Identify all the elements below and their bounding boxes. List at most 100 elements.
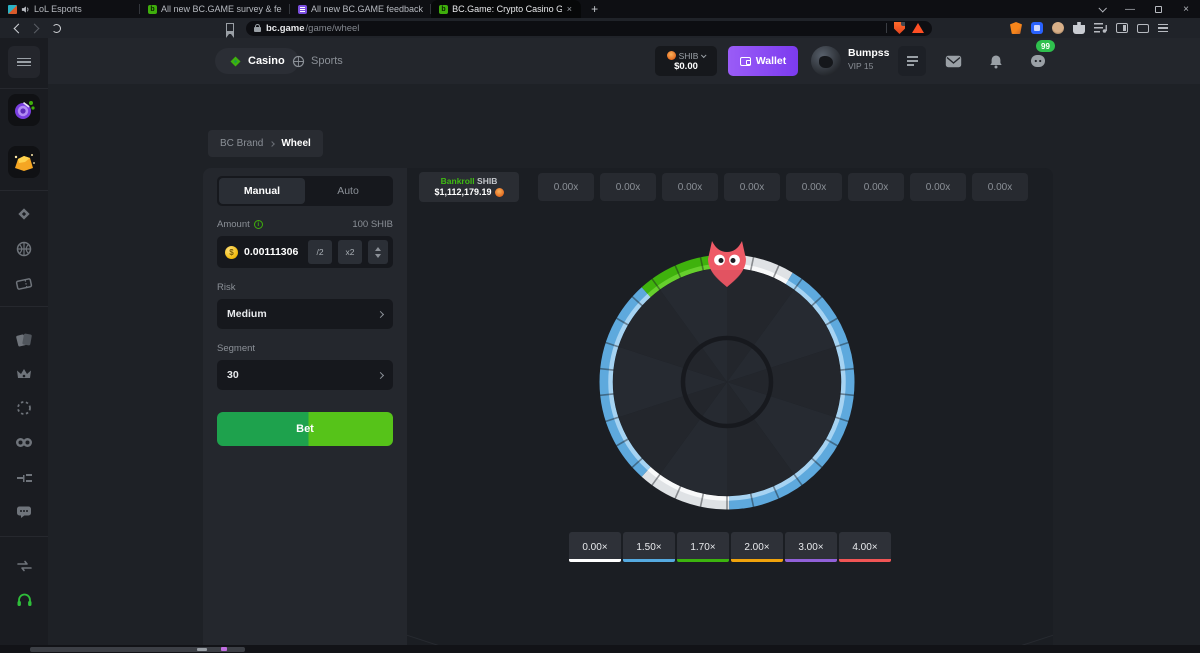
- risk-select[interactable]: Medium: [217, 299, 393, 329]
- breadcrumb-brand[interactable]: BC Brand: [220, 138, 263, 149]
- history-result-button[interactable]: 0.00x: [600, 173, 656, 201]
- extension-blue-icon[interactable]: [1031, 22, 1043, 34]
- wallet-extension-icon[interactable]: [1137, 24, 1149, 33]
- sidebar-panel-icon[interactable]: [1116, 23, 1128, 33]
- sidebar-item-swap[interactable]: [8, 550, 40, 582]
- sidebar-item-slots[interactable]: [8, 426, 40, 458]
- history-result-button[interactable]: 0.00x: [724, 173, 780, 201]
- info-icon[interactable]: i: [254, 220, 263, 229]
- tab-manual[interactable]: Manual: [219, 178, 305, 204]
- breadcrumb: BC Brand Wheel: [208, 130, 323, 157]
- menu-icon: [17, 58, 31, 66]
- dart-board-icon: [12, 98, 36, 122]
- history-result-button[interactable]: 0.00x: [972, 173, 1028, 201]
- bat-rewards-icon[interactable]: [912, 23, 924, 33]
- swap-arrows-icon: [16, 560, 33, 572]
- bookmark-icon[interactable]: [226, 23, 234, 34]
- sidebar-item-forum[interactable]: [8, 496, 40, 528]
- legend-multiplier-button[interactable]: 2.00×: [731, 532, 783, 562]
- messages-button[interactable]: [943, 51, 963, 71]
- wallet-button[interactable]: Wallet: [728, 46, 798, 76]
- forward-button[interactable]: [26, 20, 46, 36]
- sidebar-item-dart-promotions[interactable]: [8, 94, 40, 126]
- tab-audio-icon: [21, 5, 30, 14]
- stepper-up-icon[interactable]: [375, 247, 381, 251]
- bcgame-app: Casino Sports SHIB $0.00 Wallet Bumps: [0, 38, 1200, 653]
- address-bar[interactable]: bc.game/game/wheel: [246, 21, 932, 36]
- legend-multiplier-button[interactable]: 1.50×: [623, 532, 675, 562]
- tab-bcgame-active[interactable]: b BC.Game: Crypto Casino Games & ×: [431, 0, 581, 18]
- double-bet-button[interactable]: x2: [338, 240, 362, 264]
- sidebar-item-affiliate[interactable]: [8, 462, 40, 494]
- half-bet-button[interactable]: /2: [308, 240, 332, 264]
- history-result-button[interactable]: 0.00x: [786, 173, 842, 201]
- amount-label: Amount: [217, 219, 250, 230]
- segment-label: Segment: [217, 343, 393, 354]
- bet-button[interactable]: Bet: [217, 412, 393, 446]
- tab-search-icon[interactable]: [1088, 0, 1116, 18]
- sidebar-item-card-games[interactable]: [8, 324, 40, 356]
- tab-lol-esports[interactable]: LoL Esports: [0, 0, 140, 18]
- chat-button[interactable]: [1028, 51, 1048, 71]
- metamask-icon[interactable]: [1010, 22, 1022, 34]
- close-button[interactable]: ×: [1172, 0, 1200, 18]
- stepper-down-icon[interactable]: [375, 254, 381, 258]
- history-result-button[interactable]: 0.00x: [848, 173, 904, 201]
- amount-input[interactable]: $ 0.00111306 /2 x2: [217, 236, 393, 268]
- legend-multiplier-button[interactable]: 1.70×: [677, 532, 729, 562]
- extensions-puzzle-icon[interactable]: [1073, 22, 1085, 34]
- sidebar-menu-button[interactable]: [8, 46, 40, 78]
- legend-multiplier-button[interactable]: 3.00×: [785, 532, 837, 562]
- legend-multiplier-button[interactable]: 4.00×: [839, 532, 891, 562]
- window-controls: — ×: [1088, 0, 1200, 18]
- balance-selector[interactable]: SHIB $0.00: [655, 46, 717, 76]
- tab-close-icon[interactable]: ×: [566, 4, 573, 14]
- legend-multiplier-button[interactable]: 0.00×: [569, 532, 621, 562]
- sidebar-item-vip[interactable]: [8, 358, 40, 390]
- quests-button[interactable]: [898, 46, 926, 76]
- legend-multiplier-label: 2.00×: [744, 542, 769, 553]
- sidebar-item-sports[interactable]: [8, 233, 40, 265]
- sidebar-item-lottery[interactable]: [8, 268, 40, 300]
- history-result-button[interactable]: 0.00x: [662, 173, 718, 201]
- breadcrumb-chevron-icon: [270, 141, 276, 147]
- reload-button[interactable]: [46, 20, 66, 36]
- scrollbar-thumb[interactable]: [30, 647, 245, 652]
- quest-list-icon: [907, 56, 918, 66]
- sidebar-item-spin[interactable]: [8, 392, 40, 424]
- new-tab-button[interactable]: +: [581, 0, 608, 18]
- back-button[interactable]: [6, 20, 26, 36]
- tab-bcgame-survey[interactable]: b All new BC.GAME survey & feedback r: [140, 0, 290, 18]
- browser-menu-icon[interactable]: [1158, 24, 1168, 32]
- sidebar-item-support[interactable]: [8, 584, 40, 616]
- maximize-button[interactable]: [1144, 0, 1172, 18]
- bankroll-box: Bankroll SHIB $1,112,179.19: [419, 172, 519, 202]
- sidebar-item-treasure-bonus[interactable]: [8, 146, 40, 178]
- tab-bcgame-feedback[interactable]: All new BC.GAME feedback: [290, 0, 431, 18]
- chevron-right-icon: [377, 310, 384, 317]
- sidebar-item-casino[interactable]: [8, 198, 40, 230]
- nav-sports[interactable]: Sports: [280, 48, 355, 74]
- risk-label: Risk: [217, 282, 393, 293]
- history-result-button[interactable]: 0.00x: [910, 173, 966, 201]
- playlist-icon[interactable]: [1094, 22, 1107, 34]
- legend-multiplier-label: 0.00×: [582, 542, 607, 553]
- amount-stepper[interactable]: [368, 240, 388, 264]
- notifications-button[interactable]: [986, 51, 1006, 71]
- brave-shield-icon[interactable]: [894, 22, 905, 34]
- minimize-button[interactable]: —: [1116, 0, 1144, 18]
- tab-auto[interactable]: Auto: [305, 178, 391, 204]
- chat-unread-badge: 99: [1036, 40, 1055, 52]
- bet-button-label: Bet: [296, 423, 314, 435]
- user-avatar[interactable]: [811, 46, 841, 76]
- casino-logo-icon: [229, 55, 242, 68]
- forms-favicon: [298, 5, 307, 14]
- affiliate-icon: [16, 471, 33, 485]
- extension-icons: [1010, 22, 1168, 34]
- balance-currency: SHIB: [679, 51, 699, 61]
- history-result-button[interactable]: 0.00x: [538, 173, 594, 201]
- segment-select[interactable]: 30: [217, 360, 393, 390]
- chevron-down-icon: [701, 52, 707, 58]
- profile-avatar-icon[interactable]: [1052, 22, 1064, 34]
- casino-diamond-icon: [16, 206, 32, 222]
